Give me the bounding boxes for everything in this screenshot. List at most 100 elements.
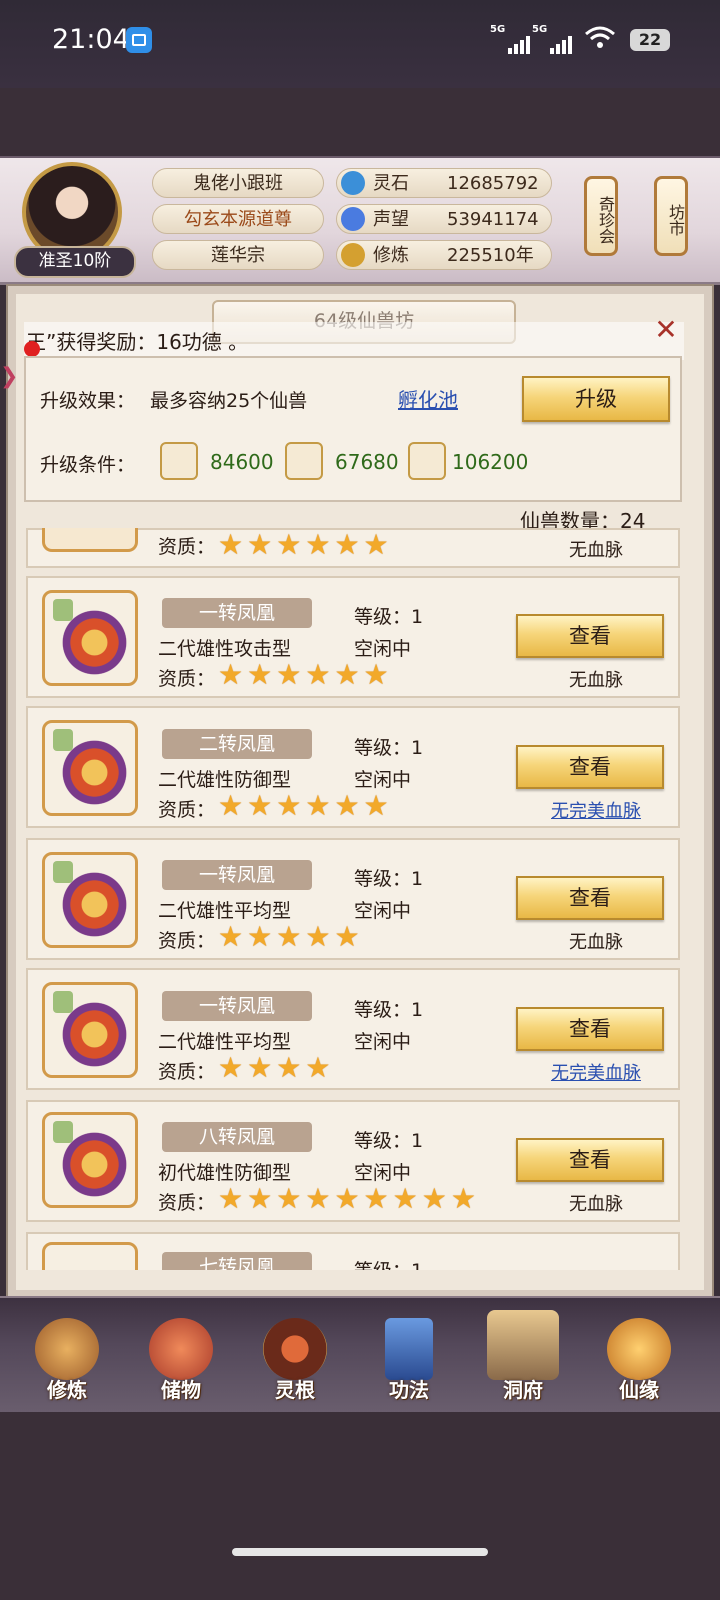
quality-stars: ★ ★ ★ ★ ★ [218,920,360,953]
quality-stars: ★ ★ ★ ★ ★ ★ [218,789,389,822]
upgrade-condition-label: 升级条件： [40,454,136,476]
nav-item-cultivate[interactable]: 修炼 [12,1318,122,1403]
level-text: 等级：1 [354,1130,424,1152]
beast-name: 一转凤凰 [162,991,312,1021]
notification-icon [126,27,152,53]
beast-name: 一转凤凰 [162,860,312,890]
nav-item-storage[interactable]: 储物 [126,1318,236,1403]
rank-badge: 准圣10阶 [14,246,136,278]
notification-dot [24,341,40,357]
lock-icon [53,1121,73,1143]
quality-stars: ★ ★ ★ ★ [218,1051,331,1084]
view-button[interactable]: 查看 [516,614,664,658]
bloodline-text: 无血脉 [569,670,623,691]
close-icon[interactable]: ✕ [652,316,680,344]
market-button[interactable]: 坊市 [654,176,688,256]
bloodline-link[interactable]: 无完美血脉 [516,797,676,823]
treasure-fair-button[interactable]: 奇珍会 [584,176,618,256]
level-text: 等级：1 [354,868,424,890]
resource-cultivation: 修炼 225510年 [336,240,552,270]
quality-stars: ★ ★ ★ ★ ★ ★ [218,658,389,691]
beast-description: 二代雄性防御型 [158,769,292,791]
bloodline-text: 无血脉 [569,932,623,953]
list-item-clipped: 七转凤凰 等级：1 [26,1232,680,1270]
beast-status: 空闲中 [354,769,412,791]
nav-item-technique[interactable]: 功法 [354,1318,464,1403]
view-button[interactable]: 查看 [516,1007,664,1051]
spirit-root-icon [263,1318,327,1380]
fate-gourd-icon [607,1318,671,1380]
lock-icon [53,991,73,1013]
cultivate-icon [35,1318,99,1380]
player-title[interactable]: 勾玄本源道尊 [152,204,324,234]
beast-name: 二转凤凰 [162,729,312,759]
toast-message: 王”获得奖励：16功德 。 [26,330,249,354]
side-drawer-arrow-icon[interactable]: ❯ [0,364,20,404]
material-ore-value: 84600 [210,450,274,474]
beast-name: 七转凤凰 [162,1252,312,1270]
clock: 21:04 [52,24,130,55]
upgrade-effect-label: 升级效果： [40,390,136,412]
wood-icon[interactable] [285,442,323,480]
beast-portrait[interactable] [42,982,138,1078]
ore-icon[interactable] [160,442,198,480]
battery-icon: 22 [630,29,670,51]
quality-stars: ★ ★ ★ ★ ★ ★ [218,528,389,561]
meditation-icon [341,243,365,267]
beast-portrait[interactable] [42,720,138,816]
beast-portrait[interactable] [42,590,138,686]
beast-name: 八转凤凰 [162,1122,312,1152]
player-sect[interactable]: 莲华宗 [152,240,324,270]
beast-description: 二代雄性平均型 [158,900,292,922]
beast-portrait[interactable] [42,1112,138,1208]
beast-description: 二代雄性攻击型 [158,638,292,660]
quality-label: 资质： [158,536,216,558]
beast-status: 空闲中 [354,1031,412,1053]
resource-spirit-stone: 灵石 12685792 [336,168,552,198]
resource-reputation: 声望 53941174 [336,204,552,234]
view-button[interactable]: 查看 [516,745,664,789]
bottom-background [0,1412,720,1600]
reputation-icon [341,207,365,231]
beast-portrait[interactable] [42,528,138,552]
cave-dwelling-icon [487,1310,559,1380]
beast-name: 一转凤凰 [162,598,312,628]
beast-portrait[interactable] [42,852,138,948]
beast-portrait[interactable] [42,1242,138,1270]
nav-item-cave-dwelling[interactable]: 洞府 [468,1310,578,1403]
home-indicator[interactable] [232,1548,488,1556]
beast-status: 空闲中 [354,900,412,922]
lock-icon [53,729,73,751]
quality-label: 资质： [158,1192,216,1214]
bloodline-text: 无血脉 [569,1194,623,1215]
level-text: 等级：1 [354,999,424,1021]
beast-status: 空闲中 [354,638,412,660]
bloodline-link[interactable]: 无完美血脉 [516,1059,676,1085]
nav-item-fate[interactable]: 仙缘 [584,1318,694,1403]
wifi-icon [584,26,616,50]
nav-item-spirit-root[interactable]: 灵根 [240,1318,350,1403]
material-wood-value: 67680 [335,450,399,474]
signal-5g-icon: 5G [532,24,572,54]
view-button[interactable]: 查看 [516,1138,664,1182]
upgrade-effect-value: 最多容纳25个仙兽 [150,390,308,412]
beast-description: 二代雄性平均型 [158,1031,292,1053]
upgrade-button[interactable]: 升级 [522,376,670,422]
herb-icon[interactable] [408,442,446,480]
player-name: 鬼佬小跟班 [152,168,324,198]
beast-description: 初代雄性防御型 [158,1162,292,1184]
technique-book-icon [385,1318,433,1380]
level-text: 等级：1 [354,606,424,628]
spirit-stone-icon [341,171,365,195]
bloodline-text: 无血脉 [569,540,623,561]
quality-label: 资质： [158,1061,216,1083]
quality-label: 资质： [158,799,216,821]
signal-5g-icon: 5G [490,24,530,54]
lock-icon [53,599,73,621]
view-button[interactable]: 查看 [516,876,664,920]
lock-icon [53,861,73,883]
hatch-pool-link[interactable]: 孵化池 [398,384,458,413]
level-text: 等级：1 [354,1256,423,1270]
material-herb-value: 106200 [452,450,529,474]
quality-label: 资质： [158,668,216,690]
